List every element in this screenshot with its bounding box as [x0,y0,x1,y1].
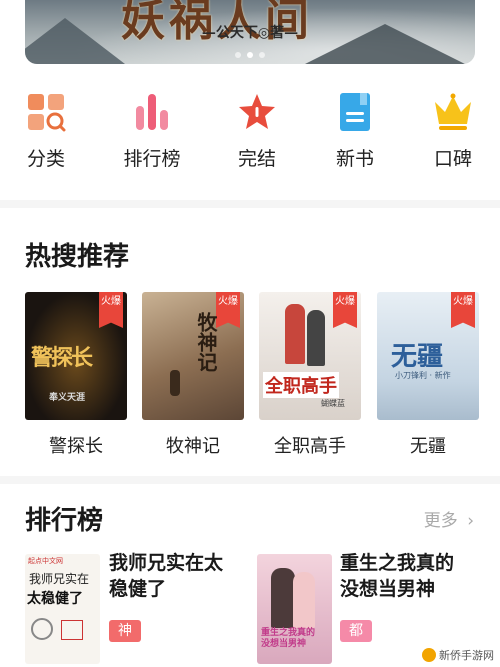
more-label: 更多 [423,511,458,531]
genre-tag[interactable]: 神话修真 [109,620,141,661]
cover-figure [271,568,295,628]
book-title[interactable]: 无疆 [377,432,479,458]
cover-figure [307,310,325,366]
genre-tag[interactable]: 都市生活 [340,620,372,661]
cover-author: 小刀锋利 · 新作 [395,371,451,380]
nav-item-reputation[interactable]: 口碑 [408,92,498,171]
cover-figure [170,370,180,396]
book-cover[interactable]: 火爆 无疆 小刀锋利 · 新作 [377,292,479,420]
more-link[interactable]: 更多 › [424,506,474,531]
cover-title: 重生之我真的 没想当男神 [261,628,315,650]
watermark-text: 新侨手游网 [439,649,494,662]
cover-badge: 起点中文网 [28,557,63,565]
ranking-section: 排行榜 更多 › 起点中文网 我师兄实在 太稳健了 我师兄实在太 稳健了 神话修… [0,484,500,667]
cover-seal [61,620,83,640]
nav-label: 完结 [237,148,276,170]
cover-title-line: 没想当男神 [261,639,307,649]
cover-author: 奉义天涯 [49,393,86,403]
category-nav: 分类 排行榜 完结 新书 口碑 [0,78,500,200]
nav-item-completed[interactable]: 完结 [212,92,302,171]
rank-cover[interactable]: 重生之我真的 没想当男神 [257,554,332,664]
crown-icon [433,92,473,132]
book-card[interactable]: 火爆 警探长 奉义天涯 警探长 [25,292,127,458]
book-card[interactable]: 火爆 牧神记 牧神记 [142,292,244,458]
cover-title-line: 重生之我真的 [261,628,316,638]
watermark: 新侨手游网 [422,647,494,663]
rank-title[interactable]: 重生之我真的 没想当男神 [340,550,480,602]
book-title[interactable]: 警探长 [25,432,127,458]
cover-title: 无疆 [391,342,444,372]
banner-dot-active[interactable] [247,52,253,58]
rank-title-line: 我师兄实在太 [109,552,224,574]
new-book-icon [335,92,375,132]
cover-title: 牧神记 [194,312,218,372]
watermark-logo-icon [422,648,436,662]
hot-badge: 火爆 [333,292,357,328]
chevron-right-icon: › [467,511,474,531]
book-card[interactable]: 火爆 无疆 小刀锋利 · 新作 无疆 [377,292,479,458]
star-icon [237,92,277,132]
cover-author: 蝴蝶蓝 [321,399,345,408]
nav-label: 口碑 [433,148,472,170]
book-cover[interactable]: 火爆 全职高手 蝴蝶蓝 [259,292,361,420]
book-cover[interactable]: 火爆 牧神记 [142,292,244,420]
book-card[interactable]: 火爆 全职高手 蝴蝶蓝 全职高手 [259,292,361,458]
section-title: 热搜推荐 [25,242,130,272]
rank-title-line: 重生之我真的 [340,552,455,574]
hot-search-section: 热搜推荐 火爆 警探长 奉义天涯 警探长 火爆 牧神记 牧神记 火爆 全职高手 … [0,208,500,476]
nav-item-ranking[interactable]: 排行榜 [107,92,197,171]
cover-emblem [31,618,53,640]
book-title[interactable]: 牧神记 [142,432,244,458]
banner-pagination [25,52,475,58]
cover-figure [293,572,315,628]
nav-label: 分类 [26,148,65,170]
book-cover[interactable]: 火爆 警探长 奉义天涯 [25,292,127,420]
nav-item-category[interactable]: 分类 [1,92,91,171]
rank-cover[interactable]: 起点中文网 我师兄实在 太稳健了 [25,554,100,664]
hot-badge: 火爆 [99,292,123,328]
banner-dot[interactable] [235,52,241,58]
hot-badge: 火爆 [451,292,475,328]
book-title[interactable]: 全职高手 [259,432,361,458]
cover-title: 全职高手 [263,372,339,398]
cover-title: 太稳健了 [27,591,83,607]
cover-figure [285,304,305,364]
banner-author: —公天下◎著— [201,25,299,41]
section-title: 排行榜 [25,506,104,536]
ranking-bars-icon [132,92,172,132]
banner-section: 妖祸人间 —公天下◎著— [0,0,500,78]
nav-label: 新书 [335,148,374,170]
rank-title[interactable]: 我师兄实在太 稳健了 [109,550,249,602]
cover-title: 警探长 [31,345,93,371]
promo-banner[interactable]: 妖祸人间 —公天下◎著— [25,0,475,64]
nav-item-new-books[interactable]: 新书 [310,92,400,171]
rank-title-line: 没想当男神 [340,578,436,600]
banner-dot[interactable] [259,52,265,58]
nav-label: 排行榜 [123,148,181,170]
rank-title-line: 稳健了 [109,578,167,600]
category-icon [26,92,66,132]
cover-title: 我师兄实在 [29,572,90,586]
